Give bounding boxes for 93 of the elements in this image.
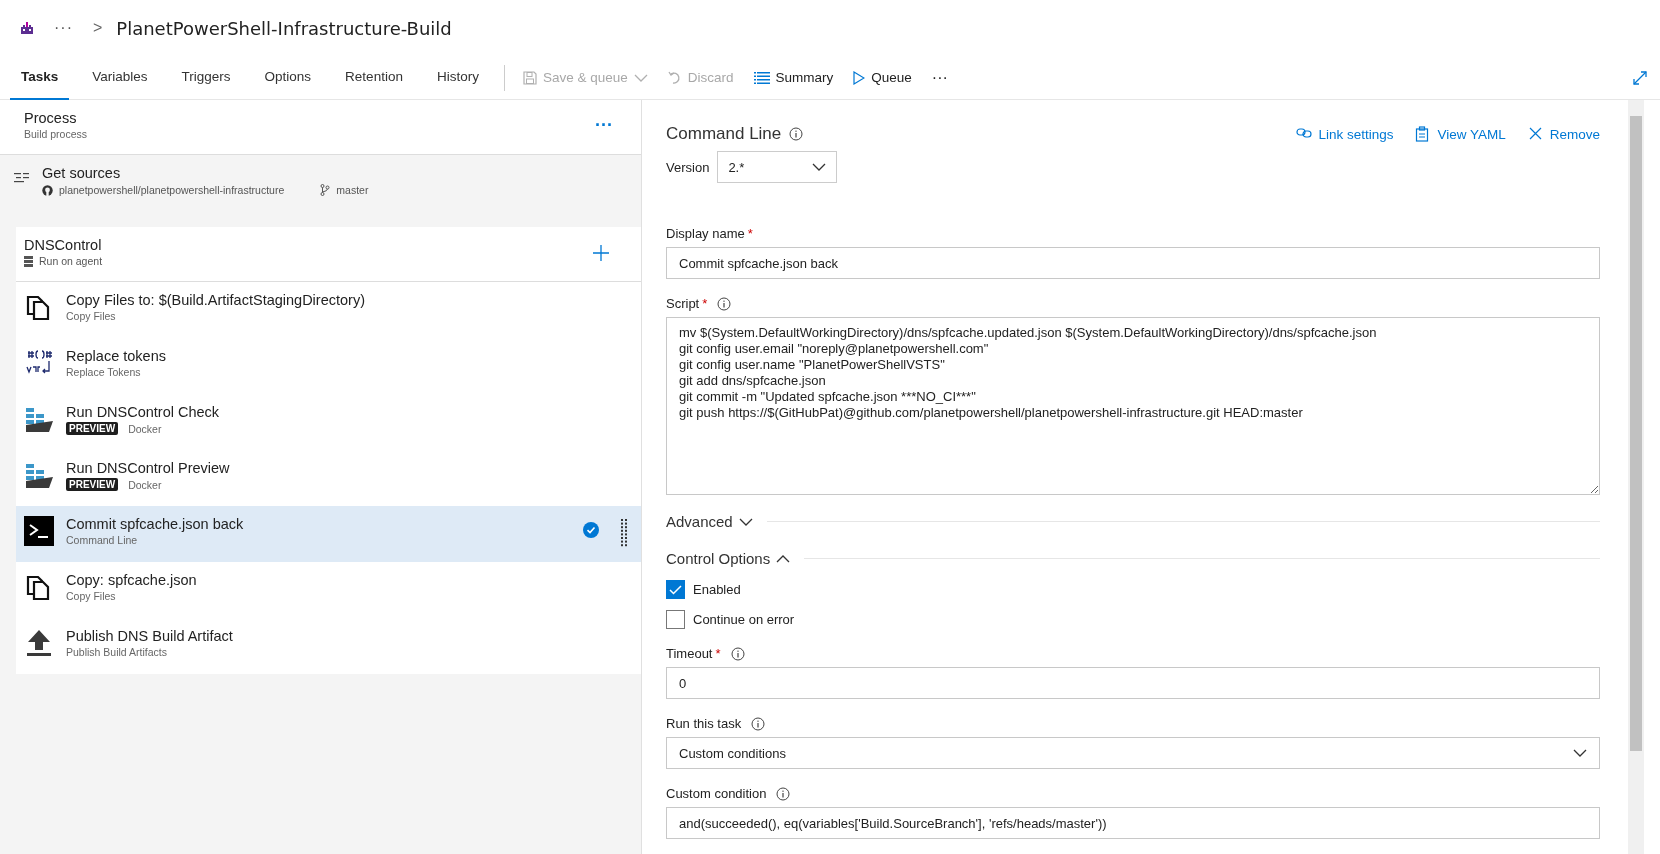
pipeline-title: PlanetPowerShell-Infrastructure-Build <box>116 17 452 39</box>
branch-icon <box>320 184 331 196</box>
checkbox-label: Continue on error <box>693 612 795 627</box>
info-icon <box>789 127 804 141</box>
task-title: Copy Files to: $(Build.ArtifactStagingDirectory) <box>66 292 366 308</box>
task-item[interactable]: Run DNSControl Preview PREVIEW Docker <box>16 450 641 506</box>
task-subtitle: Docker <box>128 422 162 435</box>
check-circle-icon <box>583 522 599 538</box>
save-icon <box>522 70 537 85</box>
building-icon <box>20 21 34 35</box>
terminal-icon <box>24 516 54 546</box>
toolbar-button[interactable]: Summary <box>743 60 844 95</box>
process-subtitle: Build process <box>24 128 89 140</box>
required-mark: * <box>747 226 753 241</box>
field-label: Run this task <box>666 716 742 731</box>
task-subtitle: Copy Files <box>66 590 116 602</box>
list-icon <box>753 71 770 84</box>
task-title: Replace tokens <box>66 348 167 364</box>
undo-icon <box>667 70 682 85</box>
text-field[interactable]: Commit spfcache.json back <box>666 247 1600 279</box>
field-label: Timeout <box>666 646 713 661</box>
task-item[interactable]: Copy: spfcache.json Copy Files <box>16 562 641 618</box>
phase-title: DNSControl <box>24 237 103 253</box>
task-subtitle: Command Line <box>66 534 138 546</box>
action-link[interactable]: View YAML <box>1415 126 1506 142</box>
tab[interactable]: History <box>425 55 490 100</box>
play-icon <box>853 70 866 85</box>
task-title: Commit spfcache.json back <box>66 516 245 532</box>
info-icon <box>751 716 766 731</box>
task-item[interactable]: Replace tokens Replace Tokens <box>16 338 641 394</box>
field-label: Version <box>666 159 710 175</box>
checkbox-label: Enabled <box>693 582 741 597</box>
script-field[interactable]: mv $(System.DefaultWorkingDirectory)/dns/spfcache.updated.json $(System.DefaultWorkingDirectory)/dns/spfcache.json git config user.email "noreply@planetpowershell.com" git config user.name "PlanetPowerShellVSTS" git add dns/spfcache.json git commit -m "Updated spfcache.json ***NO_CI***" git push https://$(GitHubPat)@github.com/planetpowershell/planetpowershell-infrastructure.git HEAD:master <box>666 317 1600 495</box>
text-field[interactable]: 0 <box>666 667 1600 699</box>
preview-badge: PREVIEW <box>66 422 119 435</box>
section-toggle[interactable]: Advanced <box>666 513 753 530</box>
get-sources-title[interactable]: Get sources <box>42 165 641 181</box>
breadcrumb-more[interactable]: ··· <box>48 18 79 38</box>
chevron-down-icon <box>812 162 827 172</box>
tab[interactable]: Retention <box>334 55 414 100</box>
more-button[interactable]: ··· <box>921 60 958 95</box>
more-button[interactable]: ··· <box>595 118 613 132</box>
task-item[interactable]: Publish DNS Build Artifact Publish Build Artifacts <box>16 618 641 674</box>
field-label: Display name <box>666 226 745 241</box>
tab[interactable]: Variables <box>81 55 159 100</box>
preview-badge: PREVIEW <box>66 478 119 491</box>
version-dropdown[interactable]: 2.* <box>717 151 838 183</box>
task-title: Run DNSControl Preview <box>66 460 231 476</box>
branch-name: master <box>336 184 369 196</box>
breadcrumb-separator: > <box>93 19 103 37</box>
tab[interactable]: Triggers <box>170 55 242 100</box>
checkbox[interactable] <box>666 580 685 599</box>
task-title: Copy: spfcache.json <box>66 572 198 588</box>
required-mark: * <box>702 296 708 311</box>
phase-subtitle: Run on agent <box>39 255 103 267</box>
info-icon <box>717 296 732 311</box>
chevron-down-icon <box>1573 748 1587 758</box>
server-icon <box>24 255 33 267</box>
section-toggle[interactable]: Control Options <box>666 550 791 567</box>
text-field[interactable]: and(succeeded(), eq(variables['Build.SourceBranch'], 'refs/heads/master')) <box>666 807 1600 839</box>
chevron-down-icon <box>738 516 753 527</box>
chevron-down-icon <box>633 72 648 83</box>
upload-icon <box>24 628 54 658</box>
task-item[interactable]: Copy Files to: $(Build.ArtifactStagingDirectory) Copy Files <box>16 282 641 338</box>
task-title: Publish DNS Build Artifact <box>66 628 234 644</box>
repository-name: planetpowershell/planetpowershell-infrastructure <box>59 184 285 196</box>
field-label: Custom condition <box>666 786 767 801</box>
task-item[interactable]: Run DNSControl Check PREVIEW Docker <box>16 394 641 450</box>
tab[interactable]: Options <box>253 55 323 100</box>
lines-icon <box>14 171 30 185</box>
task-subtitle: Docker <box>128 478 162 491</box>
required-mark: * <box>715 646 721 661</box>
panel-title: Command Line <box>666 124 782 144</box>
expand-icon[interactable] <box>1632 69 1648 86</box>
info-icon <box>776 786 791 801</box>
checkbox[interactable] <box>666 610 685 629</box>
add-icon[interactable] <box>593 245 609 261</box>
task-subtitle: Copy Files <box>66 310 116 322</box>
drag-handle-icon[interactable] <box>621 519 627 547</box>
task-subtitle: Replace Tokens <box>66 366 141 378</box>
task-subtitle: Publish Build Artifacts <box>66 646 167 658</box>
field-label: Script <box>666 296 700 311</box>
toolbar-button[interactable]: Queue <box>843 60 922 95</box>
info-icon <box>730 646 745 661</box>
dropdown[interactable]: Custom conditions <box>666 737 1600 769</box>
process-title: Process <box>24 110 78 126</box>
task-item[interactable]: Commit spfcache.json back Command Line <box>16 506 641 562</box>
task-title: Run DNSControl Check <box>66 404 221 420</box>
scrollbar[interactable] <box>1628 100 1644 854</box>
close-icon <box>1527 126 1544 142</box>
action-link[interactable]: Link settings <box>1296 126 1394 142</box>
action-link[interactable]: Remove <box>1527 126 1600 142</box>
chevron-up-icon <box>776 553 791 564</box>
